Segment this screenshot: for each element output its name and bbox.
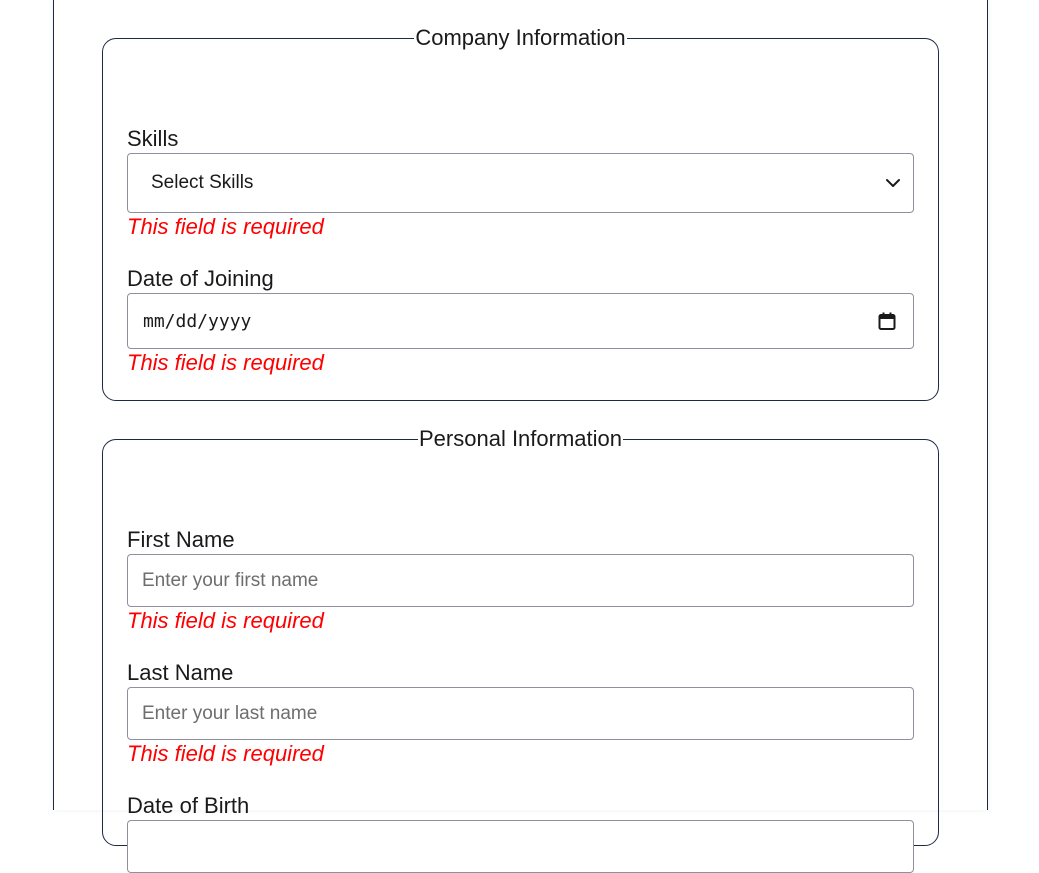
personal-information-legend: Personal Information (419, 426, 622, 451)
company-information-legend: Company Information (415, 25, 626, 50)
date-of-joining-input[interactable]: mm/dd/yyyy (127, 293, 914, 349)
skills-select[interactable]: Select Skills (127, 153, 914, 213)
personal-information-fieldset: Personal Information First Name This fie… (102, 426, 939, 873)
last-name-input[interactable] (142, 702, 899, 725)
first-name-label: First Name (127, 527, 235, 552)
calendar-icon[interactable] (877, 311, 897, 331)
last-name-error: This field is required (127, 741, 324, 766)
skills-error: This field is required (127, 214, 324, 239)
form-container: Company Information Skills Select Skills… (53, 0, 988, 873)
chevron-down-icon (886, 179, 900, 187)
first-name-input[interactable] (142, 569, 899, 592)
skills-label: Skills (127, 126, 179, 151)
last-name-label: Last Name (127, 660, 234, 685)
first-name-field[interactable] (127, 554, 914, 607)
skills-select-value: Select Skills (151, 172, 254, 193)
date-of-birth-label: Date of Birth (127, 793, 250, 818)
date-of-joining-error: This field is required (127, 350, 324, 375)
date-of-joining-label: Date of Joining (127, 266, 274, 291)
date-of-birth-input[interactable] (127, 820, 914, 873)
last-name-field[interactable] (127, 687, 914, 740)
date-of-joining-mask: mm/dd/yyyy (143, 310, 252, 332)
first-name-error: This field is required (127, 608, 324, 633)
company-information-fieldset: Company Information Skills Select Skills… (102, 25, 939, 401)
